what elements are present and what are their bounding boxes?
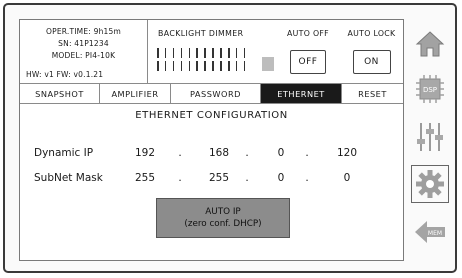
dsp-icon: DSP — [416, 75, 444, 103]
device-screen: OPER.TIME: 9h15m SN: 41P1234 MODEL: PI4-… — [3, 3, 457, 273]
tab-reset[interactable]: RESET — [342, 84, 403, 103]
tab-ethernet[interactable]: ETHERNET — [261, 84, 342, 103]
dynamic-ip-label: Dynamic IP — [34, 147, 94, 159]
auto-off-button[interactable]: OFF — [290, 50, 326, 74]
dynamic-ip-octet-3[interactable]: 0 — [266, 147, 296, 159]
auto-ip-button[interactable]: AUTO IP (zero conf. DHCP) — [156, 198, 290, 238]
subnet-mask-octet-1[interactable]: 255 — [130, 172, 160, 184]
ethernet-config-title: ETHERNET CONFIGURATION — [135, 110, 288, 121]
nav-settings[interactable] — [411, 165, 449, 203]
back-icon-label: MEM — [428, 230, 442, 237]
nav-mixer[interactable] — [412, 120, 448, 154]
tab-password[interactable]: PASSWORD — [171, 84, 261, 103]
dynamic-ip-octet-2[interactable]: 168 — [204, 147, 234, 159]
dsp-icon-label: DSP — [423, 86, 437, 94]
model-name: MODEL: PI4-10K — [51, 51, 116, 60]
sliders-icon — [417, 123, 443, 151]
subnet-mask-octet-2[interactable]: 255 — [204, 172, 234, 184]
dynamic-ip-octet-1[interactable]: 192 — [130, 147, 160, 159]
tab-amplifier[interactable]: AMPLIFIER — [100, 84, 171, 103]
back-arrow-icon: MEM — [415, 221, 445, 243]
serial-number: SN: 41P1234 — [58, 39, 109, 48]
tab-bar: SNAPSHOT AMPLIFIER PASSWORD ETHERNET RES… — [20, 84, 403, 104]
mask-separator: . — [178, 172, 182, 184]
nav-back[interactable]: MEM — [412, 215, 448, 249]
oper-time: OPER.TIME: 9h15m — [46, 27, 121, 36]
subnet-mask-label: SubNet Mask — [34, 172, 103, 184]
gear-icon — [416, 170, 444, 198]
tab-snapshot[interactable]: SNAPSHOT — [20, 84, 100, 103]
auto-ip-sublabel: (zero conf. DHCP) — [184, 219, 262, 229]
dimmer-slider-handle[interactable] — [262, 57, 274, 71]
home-icon — [415, 31, 445, 57]
auto-off-group: AUTO OFF OFF — [276, 20, 340, 84]
ip-separator: . — [305, 147, 309, 159]
subnet-mask-octet-3[interactable]: 0 — [266, 172, 296, 184]
nav-home[interactable] — [412, 27, 448, 61]
ip-separator: . — [245, 147, 249, 159]
mask-separator: . — [245, 172, 249, 184]
dimmer-ticks-bottom — [157, 61, 257, 71]
subnet-mask-row: SubNet Mask 255 . 255 . 0 . 0 — [20, 172, 403, 188]
hw-fw-version: HW: v1 FW: v0.1.21 — [26, 70, 104, 79]
dynamic-ip-row: Dynamic IP 192 . 168 . 0 . 120 — [20, 147, 403, 163]
device-info: OPER.TIME: 9h15m SN: 41P1234 MODEL: PI4-… — [20, 20, 148, 84]
auto-ip-label: AUTO IP — [205, 207, 241, 217]
auto-lock-title: AUTO LOCK — [347, 29, 396, 38]
main-panel: OPER.TIME: 9h15m SN: 41P1234 MODEL: PI4-… — [19, 19, 404, 261]
auto-off-title: AUTO OFF — [287, 29, 329, 38]
subnet-mask-octet-4[interactable]: 0 — [332, 172, 362, 184]
auto-lock-group: AUTO LOCK ON — [340, 20, 403, 84]
mask-separator: . — [305, 172, 309, 184]
backlight-dimmer-title: BACKLIGHT DIMMER — [158, 29, 244, 38]
auto-lock-button[interactable]: ON — [352, 50, 391, 74]
ip-separator: . — [178, 147, 182, 159]
dimmer-ticks-top — [157, 48, 257, 58]
side-nav: DSP MEM — [408, 19, 454, 261]
nav-dsp[interactable]: DSP — [412, 72, 448, 106]
dynamic-ip-octet-4[interactable]: 120 — [332, 147, 362, 159]
backlight-dimmer: BACKLIGHT DIMMER — [148, 20, 276, 84]
